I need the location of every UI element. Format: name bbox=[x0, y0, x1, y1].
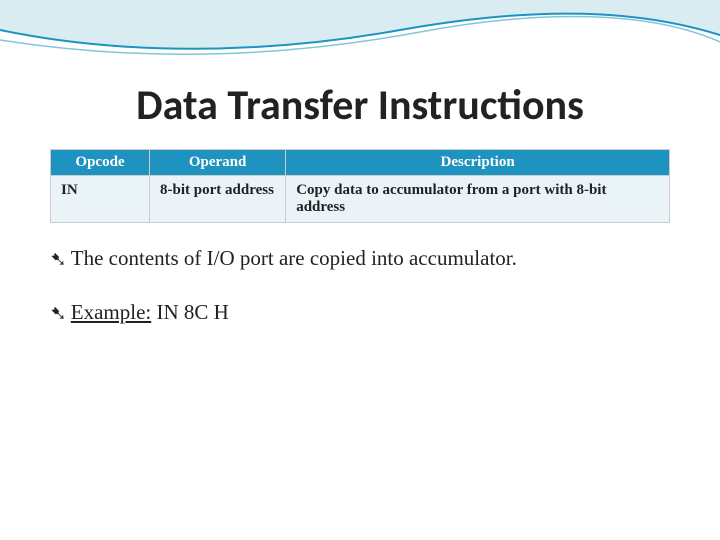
instruction-table: Opcode Operand Description IN 8-bit port… bbox=[50, 149, 670, 223]
slide-title: Data Transfer Instructions bbox=[50, 80, 670, 131]
col-header-description: Description bbox=[286, 150, 670, 176]
example-label: Example: bbox=[71, 300, 151, 324]
col-header-opcode: Opcode bbox=[51, 150, 150, 176]
col-header-operand: Operand bbox=[150, 150, 286, 176]
bullet-icon: ➷ bbox=[50, 299, 67, 329]
bullet-1-text: The contents of I/O port are copied into… bbox=[71, 246, 517, 270]
bullet-line-2: ➷Example: IN 8C H bbox=[50, 297, 670, 329]
table-row: IN 8-bit port address Copy data to accum… bbox=[51, 176, 670, 223]
cell-opcode: IN bbox=[51, 176, 150, 223]
bullet-line-1: ➷The contents of I/O port are copied int… bbox=[50, 243, 670, 275]
cell-description: Copy data to accumulator from a port wit… bbox=[286, 176, 670, 223]
bullet-icon: ➷ bbox=[50, 245, 67, 275]
cell-operand: 8-bit port address bbox=[150, 176, 286, 223]
example-value: IN 8C H bbox=[151, 300, 229, 324]
